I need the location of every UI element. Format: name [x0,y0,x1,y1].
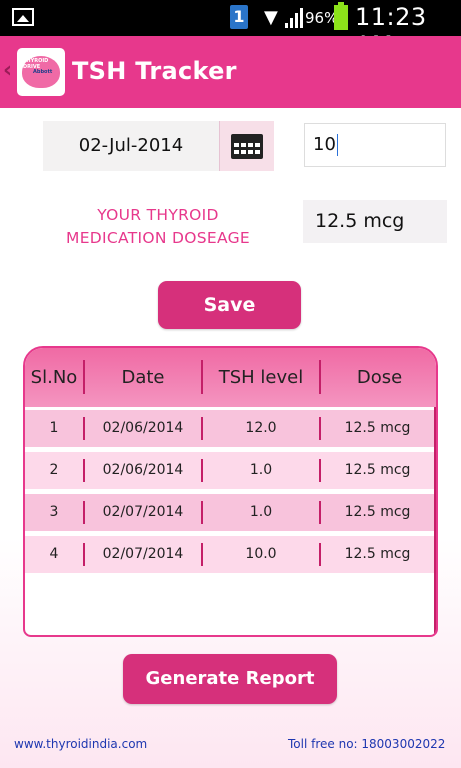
text-cursor [336,134,338,156]
signal-icon [285,8,305,28]
tsh-history-table: Sl.No Date TSH level Dose 1 02/06/2014 12.… [23,346,438,637]
header-divider [83,360,85,394]
notification-badge: 1 [230,5,248,29]
wifi-icon: ▼ [264,7,278,28]
cell-date: 02/06/2014 [102,462,184,478]
cell-sl: 1 [49,420,59,436]
cell-dose: 12.5 mcg [344,546,411,562]
cell-date: 02/06/2014 [102,420,184,436]
back-chevron-icon[interactable]: ‹ [3,58,12,83]
cell-tsh: 12.0 [245,420,277,436]
logo-brand: Abbott [33,69,53,75]
medication-label-line2: MEDICATION DOSEAGE [66,229,250,247]
medication-label: YOUR THYROID MEDICATION DOSEAGE [48,204,268,250]
status-bar: 1 ▼ 96% 11:23 AM [0,0,461,59]
toll-free-number[interactable]: Toll free no: 18003002022 [288,737,445,751]
column-header-dose: Dose [356,367,403,388]
cell-tsh: 1.0 [249,504,273,520]
cell-sl: 2 [49,462,59,478]
cell-dose: 12.5 mcg [344,420,411,436]
cell-tsh: 1.0 [249,462,273,478]
app-bar: ‹ THYROID DRIVE Abbott TSH Tracker [0,36,461,108]
header-divider [319,360,321,394]
column-header-slno: Sl.No [30,367,78,388]
cell-date: 02/07/2014 [102,546,184,562]
app-logo[interactable]: THYROID DRIVE Abbott [17,48,65,96]
table-row[interactable]: 2 02/06/2014 1.0 12.5 mcg [25,452,436,489]
battery-icon [334,2,348,30]
tsh-level-value: 10 [313,134,336,155]
image-icon [12,8,34,26]
cell-tsh: 10.0 [245,546,277,562]
cell-dose: 12.5 mcg [344,504,411,520]
table-row[interactable]: 3 02/07/2014 1.0 12.5 mcg [25,494,436,531]
table-right-rule [434,407,436,635]
cell-date: 02/07/2014 [102,504,184,520]
table-header: Sl.No Date TSH level Dose [25,348,436,407]
cell-sl: 3 [49,504,59,520]
dose-field[interactable]: 12.5 mcg [303,200,447,243]
calendar-button[interactable] [219,121,274,171]
medication-label-line1: YOUR THYROID [97,206,219,224]
tsh-level-input[interactable]: 10 [304,123,446,167]
header-divider [201,360,203,394]
cell-sl: 4 [49,546,59,562]
column-header-tsh: TSH level [218,367,304,388]
page-title: TSH Tracker [72,57,237,85]
generate-report-button[interactable]: Generate Report [123,654,337,704]
website-link[interactable]: www.thyroidindia.com [14,737,147,751]
table-row[interactable]: 4 02/07/2014 10.0 12.5 mcg [25,536,436,573]
save-button[interactable]: Save [158,281,301,329]
table-row[interactable]: 1 02/06/2014 12.0 12.5 mcg [25,410,436,447]
calendar-icon [231,134,263,159]
date-field[interactable]: 02-Jul-2014 [43,121,219,171]
cell-dose: 12.5 mcg [344,462,411,478]
column-header-date: Date [121,367,165,388]
